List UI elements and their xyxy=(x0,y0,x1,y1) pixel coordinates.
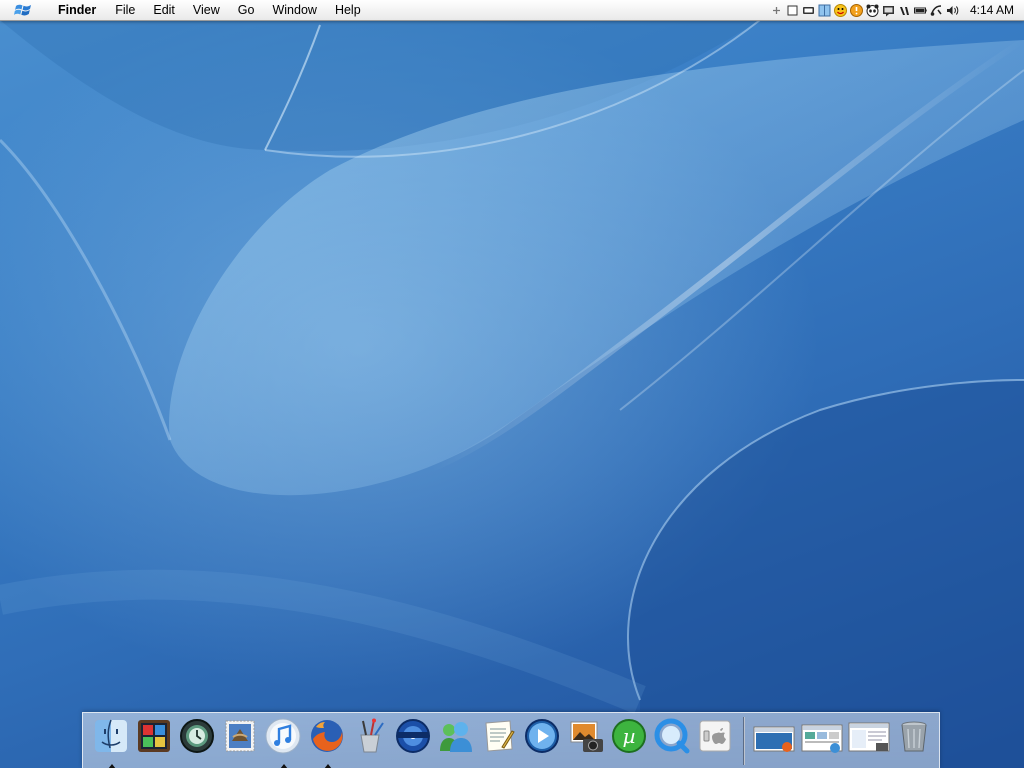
emoticon-icon[interactable] xyxy=(849,3,863,17)
window-icon[interactable] xyxy=(786,4,799,17)
smiley-icon[interactable] xyxy=(833,3,847,17)
running-indicator xyxy=(323,764,332,768)
dock-utorrent[interactable]: µ xyxy=(610,717,648,757)
time-machine-icon xyxy=(179,719,214,753)
quicktime-icon xyxy=(654,718,690,754)
dock-minimized-window-1[interactable] xyxy=(753,717,795,757)
dock-textedit[interactable] xyxy=(480,717,518,757)
media-player-icon xyxy=(525,719,560,753)
status-tray: 4:14 AM xyxy=(770,0,1024,20)
paint-brushes-icon xyxy=(360,718,384,753)
battery-icon[interactable] xyxy=(913,4,927,17)
firefox-icon xyxy=(310,720,343,752)
panda-icon[interactable] xyxy=(866,4,879,17)
textedit-icon xyxy=(485,720,515,752)
dock-dvd-player[interactable] xyxy=(394,717,432,757)
add-icon[interactable] xyxy=(770,4,783,17)
apple-switch-icon xyxy=(699,720,731,752)
windows-flag-icon[interactable] xyxy=(14,2,34,18)
finder-icon xyxy=(94,719,127,752)
photo-booth-icon xyxy=(137,720,170,752)
network-icon[interactable] xyxy=(930,4,943,17)
dvd-player-icon xyxy=(395,719,430,753)
menu-clock[interactable]: 4:14 AM xyxy=(970,3,1014,17)
dock-firefox[interactable] xyxy=(308,717,346,768)
desktop[interactable]: Finder File Edit View Go Window Help 4:1… xyxy=(0,0,1024,768)
trash-icon xyxy=(901,721,927,752)
dock-minimized-window-2[interactable] xyxy=(801,717,843,757)
dock-iphoto[interactable] xyxy=(567,717,605,757)
dock-messenger[interactable] xyxy=(437,717,475,757)
dock: µ xyxy=(82,712,940,768)
svg-text:µ: µ xyxy=(622,724,635,748)
menu-help[interactable]: Help xyxy=(326,0,370,20)
dock-itunes[interactable] xyxy=(264,717,302,768)
running-indicator xyxy=(107,764,116,768)
menu-window[interactable]: Window xyxy=(263,0,325,20)
dock-media-player[interactable] xyxy=(523,717,561,757)
itunes-icon xyxy=(265,718,301,754)
dock-quicktime[interactable] xyxy=(653,717,691,757)
dock-finder[interactable] xyxy=(92,717,130,768)
menu-file[interactable]: File xyxy=(106,0,144,20)
menu-go[interactable]: Go xyxy=(229,0,264,20)
dock-system-preferences[interactable] xyxy=(696,717,734,757)
vmware-icon[interactable] xyxy=(898,4,911,17)
dock-paint[interactable] xyxy=(351,717,389,757)
wallpaper xyxy=(0,0,1024,768)
menu-app-finder[interactable]: Finder xyxy=(56,0,106,20)
finder-tray-icon[interactable] xyxy=(818,4,831,17)
messenger-icon[interactable] xyxy=(882,4,895,17)
utorrent-icon: µ xyxy=(611,719,646,753)
dock-mail[interactable] xyxy=(221,717,259,757)
menu-edit[interactable]: Edit xyxy=(144,0,184,20)
mail-stamp-icon xyxy=(225,720,255,752)
minimized-window-icon xyxy=(848,722,890,752)
dock-photo-booth[interactable] xyxy=(135,717,173,757)
menu-view[interactable]: View xyxy=(184,0,229,20)
dock-separator xyxy=(742,717,745,765)
dock-trash[interactable] xyxy=(895,717,933,757)
minimized-window-icon xyxy=(753,726,795,752)
dock-time-machine[interactable] xyxy=(178,717,216,757)
running-indicator xyxy=(280,764,289,768)
dock-minimized-window-3[interactable] xyxy=(848,717,890,757)
display-icon[interactable] xyxy=(802,4,815,17)
messenger-buddies-icon xyxy=(440,722,473,752)
minimized-window-icon xyxy=(801,724,843,753)
volume-icon[interactable] xyxy=(946,4,959,17)
iphoto-icon xyxy=(570,721,603,752)
menu-bar: Finder File Edit View Go Window Help 4:1… xyxy=(0,0,1024,21)
